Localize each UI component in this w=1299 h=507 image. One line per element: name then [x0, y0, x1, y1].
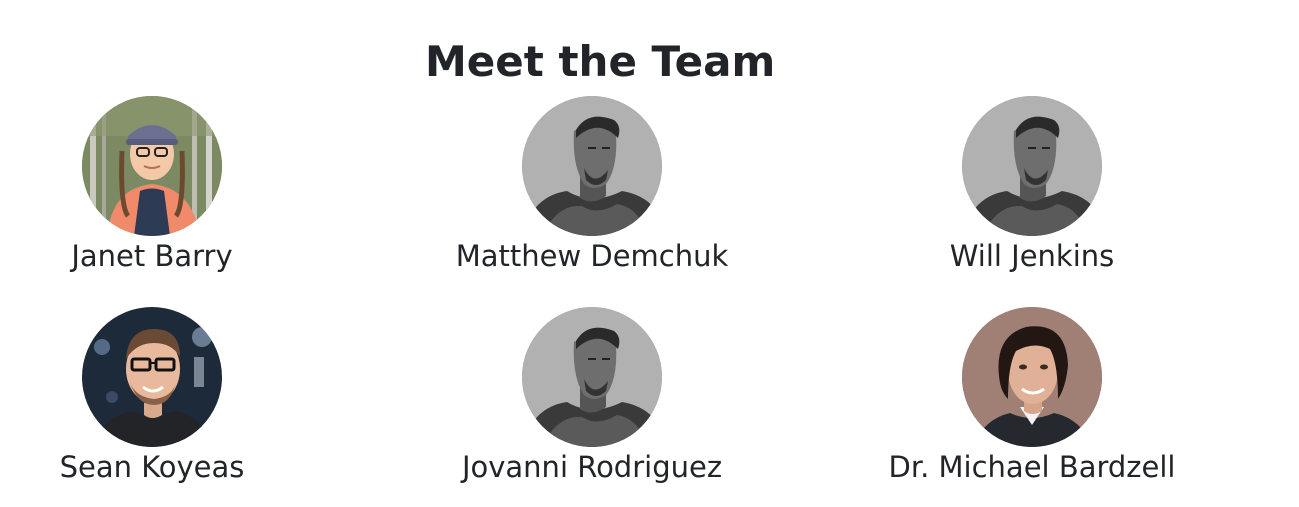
avatar-photo: [82, 307, 222, 447]
team-member-card: Sean Koyeas: [0, 307, 362, 497]
member-name: Sean Koyeas: [59, 450, 245, 484]
avatar: [82, 307, 222, 447]
team-member-card: Janet Barry: [0, 96, 362, 286]
member-name: Jovanni Rodriguez: [461, 450, 723, 484]
team-member-card: Will Jenkins: [822, 96, 1242, 286]
avatar: [522, 96, 662, 236]
avatar-photo: [962, 307, 1102, 447]
team-member-card: Matthew Demchuk: [382, 96, 802, 286]
avatar-photo: [522, 307, 662, 447]
team-member-card: Jovanni Rodriguez: [382, 307, 802, 497]
page-title: Meet the Team: [425, 37, 776, 86]
member-name: Matthew Demchuk: [455, 239, 729, 273]
avatar: [962, 96, 1102, 236]
avatar: [522, 307, 662, 447]
avatar: [82, 96, 222, 236]
avatar-photo: [82, 96, 222, 236]
avatar: [962, 307, 1102, 447]
avatar-photo: [522, 96, 662, 236]
member-name: Dr. Michael Bardzell: [888, 450, 1176, 484]
team-member-card: Dr. Michael Bardzell: [822, 307, 1242, 497]
member-name: Janet Barry: [71, 239, 233, 273]
member-name: Will Jenkins: [949, 239, 1115, 273]
avatar-photo: [962, 96, 1102, 236]
